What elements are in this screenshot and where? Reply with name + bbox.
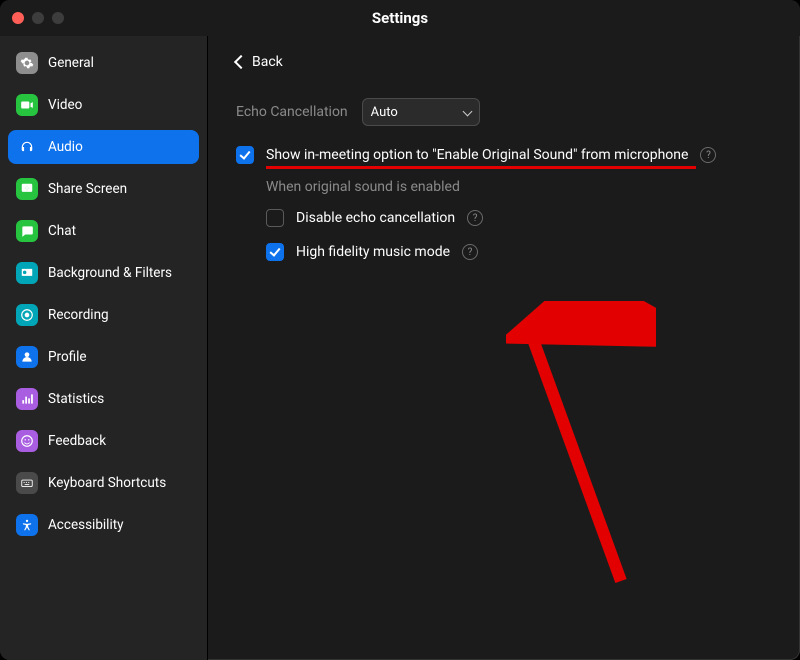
sidebar-item-label: Accessibility [48,517,124,533]
maximize-window-button[interactable] [52,12,64,24]
window-title: Settings [372,9,428,27]
profile-icon [16,346,38,368]
sidebar-item-audio[interactable]: Audio [8,130,199,164]
record-icon [16,304,38,326]
minimize-window-button[interactable] [32,12,44,24]
help-icon[interactable]: ? [467,210,483,226]
sidebar-item-label: Audio [48,139,83,155]
content-pane: Back Echo Cancellation Auto Show in-meet… [208,36,800,660]
sidebar-item-accessibility[interactable]: Accessibility [8,508,199,542]
original-sound-row: Show in-meeting option to "Enable Origin… [236,146,772,164]
back-label: Back [252,54,283,70]
disable-echo-label: Disable echo cancellation [296,210,455,226]
sidebar-item-keyboard-shortcuts[interactable]: Keyboard Shortcuts [8,466,199,500]
keyboard-icon [16,472,38,494]
echo-cancellation-value: Auto [371,105,398,120]
annotation-underline [266,166,696,169]
original-sound-subheading: When original sound is enabled [266,179,772,195]
sidebar-item-label: Chat [48,223,76,239]
share-icon [16,178,38,200]
sidebar-item-recording[interactable]: Recording [8,298,199,332]
accessibility-icon [16,514,38,536]
disable-echo-checkbox[interactable] [266,209,284,227]
video-icon [16,94,38,116]
sidebar-item-statistics[interactable]: Statistics [8,382,199,416]
close-window-button[interactable] [12,12,24,24]
original-sound-label: Show in-meeting option to "Enable Origin… [266,147,688,163]
sidebar-item-background-filters[interactable]: Background & Filters [8,256,199,290]
help-icon[interactable]: ? [700,147,716,163]
sidebar-item-profile[interactable]: Profile [8,340,199,374]
annotation-arrow [506,301,656,601]
sidebar-item-share-screen[interactable]: Share Screen [8,172,199,206]
filters-icon [16,262,38,284]
feedback-icon [16,430,38,452]
echo-cancellation-row: Echo Cancellation Auto [236,98,772,126]
sidebar-item-label: Feedback [48,433,106,449]
sidebar-item-label: Share Screen [48,181,127,197]
titlebar: Settings [0,0,800,36]
sidebar-item-label: Profile [48,349,87,365]
high-fidelity-checkbox[interactable] [266,243,284,261]
original-sound-checkbox[interactable] [236,146,254,164]
sidebar-item-label: Background & Filters [48,265,172,281]
chevron-down-icon [462,106,472,116]
sidebar: General Video Audio Share Screen Chat Backgro… [0,36,208,660]
help-icon[interactable]: ? [462,244,478,260]
back-button[interactable]: Back [236,54,772,70]
echo-cancellation-dropdown[interactable]: Auto [362,98,480,126]
high-fidelity-row: High fidelity music mode ? [266,243,772,261]
sidebar-item-label: Keyboard Shortcuts [48,475,166,491]
echo-cancellation-label: Echo Cancellation [236,104,348,120]
sidebar-item-label: General [48,55,94,71]
sidebar-item-chat[interactable]: Chat [8,214,199,248]
sidebar-item-label: Statistics [48,391,104,407]
disable-echo-row: Disable echo cancellation ? [266,209,772,227]
sidebar-item-label: Video [48,97,82,113]
window-controls [12,0,64,36]
sidebar-item-video[interactable]: Video [8,88,199,122]
window-body: General Video Audio Share Screen Chat Backgro… [0,36,800,660]
high-fidelity-label: High fidelity music mode [296,244,450,260]
sidebar-item-label: Recording [48,307,109,323]
chat-icon [16,220,38,242]
gear-icon [16,52,38,74]
sidebar-item-feedback[interactable]: Feedback [8,424,199,458]
stats-icon [16,388,38,410]
headphones-icon [16,136,38,158]
settings-window: Settings General Video Audio Share Screen Ch… [0,0,800,660]
sidebar-item-general[interactable]: General [8,46,199,80]
chevron-left-icon [234,55,248,69]
